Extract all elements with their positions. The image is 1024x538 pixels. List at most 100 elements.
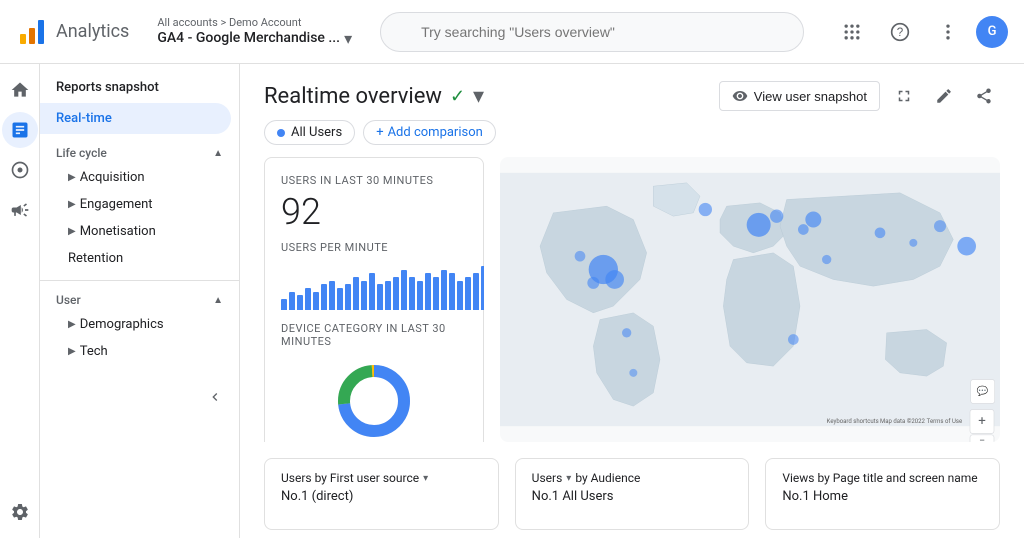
bar-chart-bar (385, 281, 391, 310)
engagement-expand-icon: ▶ (68, 199, 76, 210)
rail-home-icon[interactable] (2, 72, 38, 108)
bottom-card-value-2: No.1 Home (782, 489, 983, 504)
apps-button[interactable] (832, 12, 872, 52)
bar-chart-bar (377, 284, 383, 310)
bottom-card-value-1: No.1 All Users (532, 489, 733, 504)
world-map-svg: + − Keyboard shortcuts Map data ©2022 Te… (500, 157, 1000, 442)
svg-text:Terms of Use: Terms of Use (927, 418, 963, 425)
filter-bar: All Users + Add comparison (240, 120, 1024, 157)
bar-chart-bar (401, 270, 407, 310)
lifecycle-chevron-icon: ▲ (213, 148, 223, 159)
svg-text:💬: 💬 (977, 385, 989, 397)
bottom-card-2: Views by Page title and screen name No.1… (765, 458, 1000, 530)
tech-expand-icon: ▶ (68, 346, 76, 357)
avatar[interactable]: G (976, 16, 1008, 48)
sidebar-divider (40, 280, 239, 281)
content-area: Realtime overview ✓ ▾ View user snapshot (240, 64, 1024, 538)
bottom-card-0-dropdown-icon[interactable]: ▾ (423, 473, 428, 484)
stats-card: USERS IN LAST 30 MINUTES 92 USERS PER MI… (264, 157, 484, 442)
acquisition-expand-icon: ▶ (68, 172, 76, 183)
sidebar-item-retention[interactable]: Retention (40, 245, 231, 272)
help-button[interactable]: ? (880, 12, 920, 52)
bar-chart-bar (457, 281, 463, 310)
bottom-card-0: Users by First user source ▾ No.1 (direc… (264, 458, 499, 530)
user-chevron-icon: ▲ (213, 295, 223, 306)
account-name[interactable]: GA4 - Google Merchandise ... ▾ (157, 29, 352, 48)
edit-button[interactable] (928, 80, 960, 112)
bar-chart-bar (289, 292, 295, 310)
page-title: Realtime overview ✓ ▾ (264, 84, 484, 109)
users-value: 92 (281, 191, 467, 233)
bottom-card-1-dropdown-icon[interactable]: ▾ (566, 473, 571, 484)
analytics-logo-icon (16, 16, 48, 48)
bar-chart-bar (313, 292, 319, 310)
svg-text:+: + (978, 414, 986, 429)
bar-chart-bar (353, 277, 359, 310)
bar-chart-bar (305, 288, 311, 310)
search-input[interactable] (380, 12, 804, 52)
content-header: Realtime overview ✓ ▾ View user snapshot (240, 64, 1024, 120)
sidebar-item-demographics[interactable]: ▶ Demographics (40, 311, 231, 338)
search-wrapper (380, 12, 804, 52)
bar-chart-bar (433, 277, 439, 310)
bottom-card-title-2: Views by Page title and screen name (782, 471, 983, 485)
badge-dot (277, 129, 285, 137)
svg-text:Keyboard shortcuts: Keyboard shortcuts (827, 418, 879, 425)
bar-chart-bar (393, 277, 399, 310)
bar-chart-bar (417, 281, 423, 310)
account-dropdown-icon[interactable]: ▾ (344, 29, 352, 48)
svg-text:?: ? (897, 26, 904, 39)
more-button[interactable] (928, 12, 968, 52)
lifecycle-section: Life cycle ▲ ▶ Acquisition ▶ Engagement … (40, 142, 239, 272)
header-actions: View user snapshot (719, 80, 1000, 112)
share-button[interactable] (968, 80, 1000, 112)
monetisation-expand-icon: ▶ (68, 226, 76, 237)
rail-advertising-icon[interactable] (2, 192, 38, 228)
logo: Analytics (16, 16, 129, 48)
view-user-snapshot-button[interactable]: View user snapshot (719, 81, 880, 111)
all-users-badge[interactable]: All Users (264, 120, 355, 145)
bar-chart-bar (473, 273, 479, 310)
sidebar: Reports snapshot Real-time Life cycle ▲ … (40, 64, 240, 538)
sidebar-collapse-button[interactable] (199, 381, 231, 413)
donut-container (281, 356, 467, 442)
sidebar-item-monetisation[interactable]: ▶ Monetisation (40, 218, 231, 245)
bar-chart-bar (369, 273, 375, 310)
sidebar-item-tech[interactable]: ▶ Tech (40, 338, 231, 365)
bar-chart-bar (297, 295, 303, 310)
sidebar-item-acquisition[interactable]: ▶ Acquisition (40, 164, 231, 191)
users-per-minute-label: USERS PER MINUTE (281, 241, 467, 254)
bar-chart-bar (425, 273, 431, 310)
add-comparison-button[interactable]: + Add comparison (363, 120, 496, 145)
rail-settings-icon[interactable] (2, 494, 38, 530)
demographics-expand-icon: ▶ (68, 319, 76, 330)
title-dropdown-icon[interactable]: ▾ (473, 84, 484, 109)
account-info: All accounts > Demo Account GA4 - Google… (157, 16, 352, 48)
app-title: Analytics (56, 21, 129, 42)
rail-explore-icon[interactable] (2, 152, 38, 188)
fullscreen-button[interactable] (888, 80, 920, 112)
left-rail (0, 64, 40, 538)
bar-chart (281, 262, 467, 310)
top-bar: Analytics All accounts > Demo Account GA… (0, 0, 1024, 64)
lifecycle-section-header[interactable]: Life cycle ▲ (40, 142, 239, 164)
device-category-label: DEVICE CATEGORY IN LAST 30 MINUTES (281, 322, 467, 348)
rail-reports-icon[interactable] (2, 112, 38, 148)
map-card: + − Keyboard shortcuts Map data ©2022 Te… (500, 157, 1000, 442)
svg-text:Map data ©2022: Map data ©2022 (880, 418, 926, 425)
sidebar-item-realtime[interactable]: Real-time (40, 103, 231, 134)
bar-chart-bar (409, 277, 415, 310)
main-area: Reports snapshot Real-time Life cycle ▲ … (0, 64, 1024, 538)
sidebar-reports-snapshot: Reports snapshot (40, 72, 239, 103)
bar-chart-bar (345, 284, 351, 310)
top-actions: ? G (832, 12, 1008, 52)
bottom-card-title-0: Users by First user source ▾ (281, 471, 482, 485)
users-label: USERS IN LAST 30 MINUTES (281, 174, 467, 187)
user-section-header[interactable]: User ▲ (40, 289, 239, 311)
bar-chart-bar (337, 288, 343, 310)
bar-chart-bar (321, 284, 327, 310)
bottom-card-title-1: Users ▾ by Audience (532, 471, 733, 485)
bar-chart-bar (465, 277, 471, 310)
sidebar-item-engagement[interactable]: ▶ Engagement (40, 191, 231, 218)
account-path: All accounts > Demo Account (157, 16, 352, 29)
